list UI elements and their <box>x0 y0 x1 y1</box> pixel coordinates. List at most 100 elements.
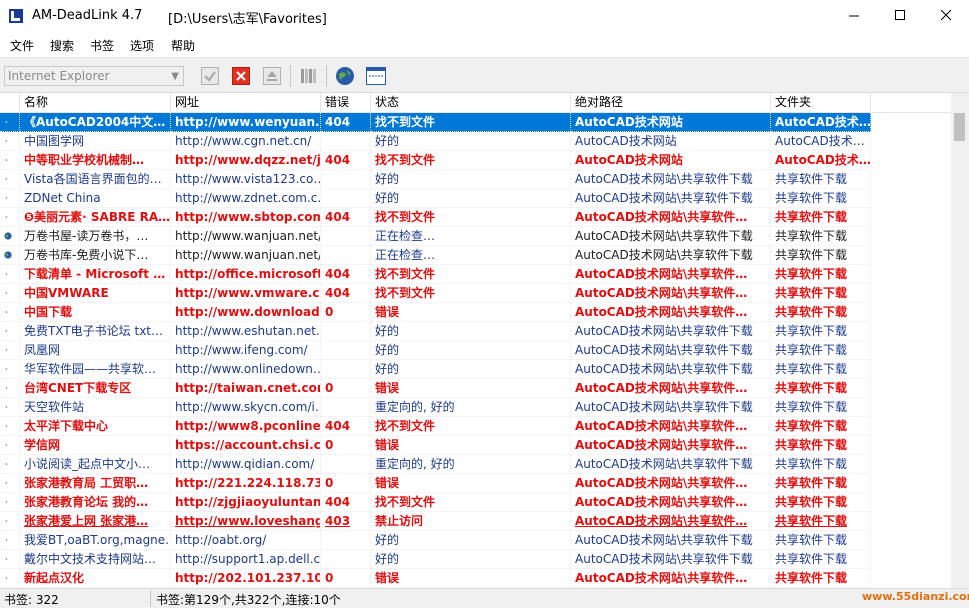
window-button[interactable] <box>365 65 387 87</box>
menu-bookmarks[interactable]: 书签 <box>90 37 114 54</box>
cell-folder: 共享软件下载 <box>771 398 871 417</box>
maximize-icon <box>894 10 905 20</box>
menu-file[interactable]: 文件 <box>10 37 34 54</box>
cell-status: 禁止访问 <box>371 512 571 531</box>
window-title: AM-DeadLink 4.7 <box>32 8 143 23</box>
table-row[interactable]: 免费TXT电子书论坛 txt… http://www.eshutan.net… 好的… <box>0 322 871 341</box>
cell-status: 好的 <box>371 189 571 208</box>
cell-url: http://support1.ap.dell.c… <box>171 550 321 569</box>
table-row[interactable]: 张家港爱上网 张家港…http://www.loveshang.…403禁止访问… <box>0 512 871 531</box>
bookmark-dot-icon <box>5 558 8 560</box>
cell-path: AutoCAD技术网站\共享软件下载 <box>571 398 771 417</box>
header-error[interactable]: 错误 <box>321 93 371 112</box>
row-icon-cell <box>0 474 20 493</box>
table-row[interactable]: 中等职业学校机械制… http://www.dqzz.net/j… 404 找不到文件… <box>0 151 871 170</box>
table-row[interactable]: 中国VMWARE http://www.vmware.c… 404 找不到文件 Auto… <box>0 284 871 303</box>
cell-name: 免费TXT电子书论坛 txt… <box>20 322 171 341</box>
cell-name: 台湾CNET下载专区 <box>20 379 171 398</box>
delete-button[interactable] <box>230 65 252 87</box>
header-path[interactable]: 绝对路径 <box>571 93 771 112</box>
menu-options[interactable]: 选项 <box>130 37 154 54</box>
table-row[interactable]: 我爱BT,oaBT.org,magne… http://oabt.org/好的 Au… <box>0 531 871 550</box>
table-row[interactable]: 凤凰网 http://www.ifeng.com/好的 AutoCAD技术网站\共享… <box>0 341 871 360</box>
eject-button[interactable] <box>261 65 283 87</box>
table-row[interactable]: 小说阅读_起点中文小… http://www.qidian.com/重定向的, 好… <box>0 455 871 474</box>
cell-url: http://www.onlinedown… <box>171 360 321 379</box>
cell-path: AutoCAD技术网站\共享软件下载 <box>571 170 771 189</box>
cell-error <box>321 132 371 151</box>
header-folder[interactable]: 文件夹 <box>771 93 871 112</box>
watermark: www.55dianzi.com <box>862 590 969 603</box>
table-row[interactable]: 张家港教育局 工贸职…http://221.224.118.73/…0错误Aut… <box>0 474 871 493</box>
table-row[interactable]: 太平洋下载中心http://www8.pconline.…404找不到文件Aut… <box>0 417 871 436</box>
table-row[interactable]: 张家港教育论坛 我的…http://zjgjiaoyuluntan.5…404找… <box>0 493 871 512</box>
check-button[interactable] <box>199 65 221 87</box>
cell-error: 404 <box>321 417 371 436</box>
cell-path: AutoCAD技术网站\共享软件… <box>571 569 771 588</box>
bookmark-dot-icon <box>5 159 8 161</box>
cell-error: 404 <box>321 265 371 284</box>
cell-path: AutoCAD技术网站\共享软件… <box>571 265 771 284</box>
cell-name: 中国下载 <box>20 303 171 322</box>
header-name[interactable]: 名称 <box>20 93 171 112</box>
table-row[interactable]: 万卷书库-免费小说下… http://www.wanjuan.net/正在检查… A… <box>0 246 871 265</box>
browser-select[interactable]: Internet Explorer ▼ <box>4 66 184 86</box>
table-row[interactable]: 华军软件园——共享软… http://www.onlinedown… 好的 AutoC… <box>0 360 871 379</box>
cell-name: 太平洋下载中心 <box>20 417 171 436</box>
bookmark-dot-icon <box>5 520 8 522</box>
globe-icon <box>4 251 12 259</box>
status-divider <box>150 590 151 607</box>
table-row[interactable]: 天空软件站 http://www.skycn.com/i… 重定向的, 好的 Auto… <box>0 398 871 417</box>
table-row[interactable]: 学信网https://account.chsi.co…0错误AutoCAD技术网… <box>0 436 871 455</box>
row-icon-cell <box>0 417 20 436</box>
cell-folder: 共享软件下载 <box>771 246 871 265</box>
table-row[interactable]: Vista各国语言界面包的… http://www.vista123.co… 好的 A… <box>0 170 871 189</box>
table-row[interactable]: 中国下载 http://www.download.… 0 错误 AutoCAD技术网站\… <box>0 303 871 322</box>
bookmark-dot-icon <box>5 463 8 465</box>
columns-button[interactable] <box>298 65 320 87</box>
table-row[interactable]: 新起点汉化http://202.101.237.103…0错误AutoCAD技术… <box>0 569 871 588</box>
globe-button[interactable] <box>334 65 356 87</box>
cell-status: 错误 <box>371 379 571 398</box>
table-row[interactable]: 中国图学网 http://www.cgn.net.cn/好的 AutoCAD技术网站… <box>0 132 871 151</box>
cell-url: http://www.wanjuan.net/ <box>171 246 321 265</box>
browser-select-value: Internet Explorer <box>8 69 110 83</box>
window-icon <box>366 67 386 85</box>
header-icon-col[interactable] <box>0 93 20 112</box>
header-url[interactable]: 网址 <box>171 93 321 112</box>
table-row[interactable]: 台湾CNET下载专区http://taiwan.cnet.com…0错误Auto… <box>0 379 871 398</box>
row-icon-cell <box>0 189 20 208</box>
status-progress: 书签:第129个,共322个,连接:10个 <box>156 593 341 607</box>
vertical-scrollbar[interactable] <box>951 93 969 589</box>
maximize-button[interactable] <box>877 0 923 31</box>
cell-path: AutoCAD技术网站\共享软件下载 <box>571 550 771 569</box>
cell-url: http://www.dqzz.net/j… <box>171 151 321 170</box>
table-row[interactable]: ZDNet China http://www.zdnet.com.c… 好的 Auto… <box>0 189 871 208</box>
table-row[interactable]: ❺美丽元素· SABRE RA… http://www.sbtop.com… 404… <box>0 208 871 227</box>
cell-url: http://taiwan.cnet.com… <box>171 379 321 398</box>
cell-error: 404 <box>321 208 371 227</box>
cell-status: 错误 <box>371 303 571 322</box>
menu-search[interactable]: 搜索 <box>50 37 74 54</box>
table-row[interactable]: 《AutoCAD2004中文…http://www.wenyuan.c…404找… <box>0 113 871 132</box>
close-button[interactable] <box>923 0 969 31</box>
row-icon-cell <box>0 246 20 265</box>
status-bar: 书签: 322 书签:第129个,共322个,连接:10个 <box>0 588 969 608</box>
cell-name: 万卷书库-免费小说下… <box>20 246 171 265</box>
cell-path: AutoCAD技术网站\共享软件… <box>571 208 771 227</box>
minimize-button[interactable] <box>831 0 877 31</box>
cell-url: http://www.vista123.co… <box>171 170 321 189</box>
table-row[interactable]: 万卷书屋-读万卷书，… http://www.wanjuan.net/正在检查… A… <box>0 227 871 246</box>
table-row[interactable]: 下载清单 - Microsoft … http://office.microsof… <box>0 265 871 284</box>
cell-error: 0 <box>321 379 371 398</box>
cell-status: 找不到文件 <box>371 284 571 303</box>
bookmark-dot-icon <box>5 444 8 446</box>
menu-help[interactable]: 帮助 <box>171 37 195 54</box>
table-row[interactable]: 戴尔中文技术支持网站… http://support1.ap.dell.c… 好的 A… <box>0 550 871 569</box>
cell-url: http://www.loveshang.… <box>171 512 321 531</box>
header-status[interactable]: 状态 <box>371 93 571 112</box>
cell-path: AutoCAD技术网站\共享软件下载 <box>571 531 771 550</box>
cell-folder: 共享软件下载 <box>771 531 871 550</box>
cell-folder: 共享软件下载 <box>771 360 871 379</box>
scrollbar-thumb[interactable] <box>954 113 965 141</box>
